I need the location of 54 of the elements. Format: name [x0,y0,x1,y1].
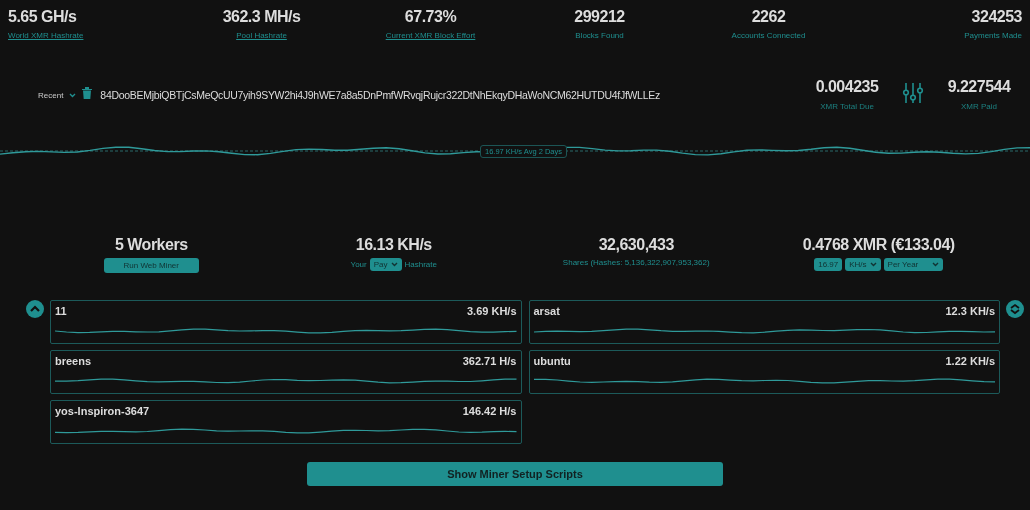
hashrate-label: Hashrate [404,260,437,269]
worker-name: yos-Inspiron-3647 [55,405,150,417]
worker-hashrate: 146.42 H/s [462,405,517,417]
stat-value: 299212 [574,8,625,26]
trash-icon[interactable] [82,87,93,99]
balance-value: 0.004235 [815,78,879,96]
collapse-icon[interactable] [26,300,44,318]
balance-value: 9.227544 [947,78,1011,96]
sort-icon[interactable] [1006,300,1024,318]
stat-value: 5.65 GH/s [8,8,77,26]
stat-value: 67.73% [404,8,457,26]
rate-field[interactable]: 16.97 [814,258,843,271]
your-label: Your [350,260,367,269]
caret-icon [390,262,398,267]
worker-card[interactable]: 11 3.69 KH/s [50,300,522,344]
show-miner-setup-scripts-button[interactable]: Show Miner Setup Scripts [307,462,723,486]
unit-dropdown[interactable]: KH/s [845,258,881,271]
worker-name: breens [55,355,92,367]
wallet-address: 84DooBEMjbiQBTjCsMeQcUU7yih9SYW2hi4J9hWE7a8a5DnPmfWRvqjRujcr322DtNhEkqyDHaWoNCM62HUTDU4fJfWLLEz [100,89,661,101]
stat-link[interactable]: Current XMR Block Effort [385,31,476,40]
caret-icon [932,262,940,267]
stat-link[interactable]: Pool Hashrate [236,31,287,40]
worker-card[interactable]: breens 362.71 H/s [50,350,522,394]
worker-hashrate: 362.71 H/s [462,355,517,367]
worker-hashrate: 12.3 KH/s [945,305,995,317]
shares-label: Shares (Hashes: 5,136,322,907,953,362) [562,258,710,267]
hashrate-type-dropdown[interactable]: Pay [369,258,402,271]
stat-label: Accounts Connected [731,31,806,40]
sliders-icon[interactable] [902,82,924,104]
worker-card[interactable]: ubuntu 1.22 KH/s [528,350,1000,394]
stat-value: 2262 [751,8,786,26]
period-dropdown[interactable]: Per Year [883,258,944,271]
caret-icon [869,262,877,267]
worker-card[interactable]: arsat 12.3 KH/s [528,300,1000,344]
run-web-miner-button[interactable]: Run Web Miner [103,258,199,273]
recent-dropdown[interactable]: Recent [38,91,77,100]
worker-card[interactable]: yos-Inspiron-3647 146.42 H/s [50,400,522,444]
balance-label: XMR Paid [961,102,997,111]
hashrate-value: 16.13 KH/s [355,236,432,254]
worker-name: 11 [55,305,67,317]
stat-link[interactable]: World XMR Hashrate [8,31,84,40]
stat-value: 362.3 MH/s [222,8,301,26]
workers-count: 5 Workers [114,236,188,254]
earnings-value: 0.4768 XMR (€133.04) [802,236,955,254]
stat-label: Blocks Found [575,31,624,40]
stat-value: 324253 [971,8,1022,26]
balance-label: XMR Total Due [820,102,874,111]
shares-value: 32,630,433 [598,236,674,254]
worker-hashrate: 1.22 KH/s [945,355,995,367]
caret-icon [69,93,77,98]
worker-name: ubuntu [533,355,571,367]
worker-hashrate: 3.69 KH/s [466,305,517,317]
worker-name: arsat [533,305,560,317]
stat-label: Payments Made [964,31,1022,40]
